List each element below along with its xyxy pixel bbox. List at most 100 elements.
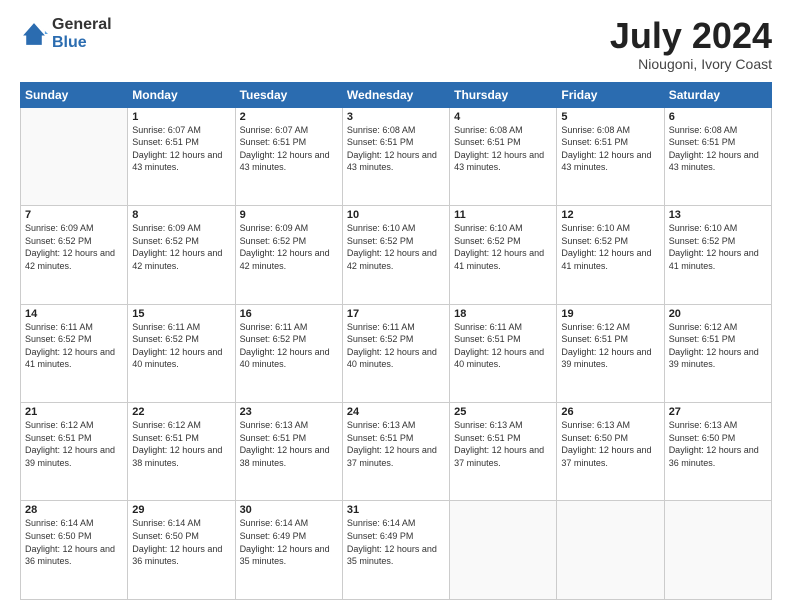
day-number: 7 <box>25 209 123 221</box>
day-header-thursday: Thursday <box>450 82 557 107</box>
day-info: Sunrise: 6:12 AMSunset: 6:51 PMDaylight:… <box>132 419 230 469</box>
calendar-cell: 3Sunrise: 6:08 AMSunset: 6:51 PMDaylight… <box>342 107 449 205</box>
day-info: Sunrise: 6:09 AMSunset: 6:52 PMDaylight:… <box>25 222 123 272</box>
day-number: 5 <box>561 111 659 123</box>
calendar-cell: 17Sunrise: 6:11 AMSunset: 6:52 PMDayligh… <box>342 304 449 402</box>
logo-blue-text: Blue <box>52 34 87 51</box>
day-number: 3 <box>347 111 445 123</box>
calendar-cell: 19Sunrise: 6:12 AMSunset: 6:51 PMDayligh… <box>557 304 664 402</box>
calendar-header-row: SundayMondayTuesdayWednesdayThursdayFrid… <box>21 82 772 107</box>
page: General Blue July 2024 Niougoni, Ivory C… <box>0 0 792 612</box>
calendar-cell: 5Sunrise: 6:08 AMSunset: 6:51 PMDaylight… <box>557 107 664 205</box>
calendar-cell: 6Sunrise: 6:08 AMSunset: 6:51 PMDaylight… <box>664 107 771 205</box>
logo: General Blue <box>20 16 112 51</box>
day-number: 2 <box>240 111 338 123</box>
calendar-week-row: 7Sunrise: 6:09 AMSunset: 6:52 PMDaylight… <box>21 206 772 304</box>
day-info: Sunrise: 6:11 AMSunset: 6:52 PMDaylight:… <box>240 321 338 371</box>
month-title: July 2024 <box>610 16 772 56</box>
day-number: 29 <box>132 504 230 516</box>
calendar-cell: 21Sunrise: 6:12 AMSunset: 6:51 PMDayligh… <box>21 403 128 501</box>
day-info: Sunrise: 6:13 AMSunset: 6:51 PMDaylight:… <box>347 419 445 469</box>
day-info: Sunrise: 6:13 AMSunset: 6:50 PMDaylight:… <box>561 419 659 469</box>
day-info: Sunrise: 6:13 AMSunset: 6:51 PMDaylight:… <box>454 419 552 469</box>
day-header-saturday: Saturday <box>664 82 771 107</box>
calendar-cell: 4Sunrise: 6:08 AMSunset: 6:51 PMDaylight… <box>450 107 557 205</box>
calendar-week-row: 1Sunrise: 6:07 AMSunset: 6:51 PMDaylight… <box>21 107 772 205</box>
day-number: 27 <box>669 406 767 418</box>
calendar-cell: 31Sunrise: 6:14 AMSunset: 6:49 PMDayligh… <box>342 501 449 600</box>
day-number: 31 <box>347 504 445 516</box>
calendar-cell: 16Sunrise: 6:11 AMSunset: 6:52 PMDayligh… <box>235 304 342 402</box>
day-info: Sunrise: 6:11 AMSunset: 6:51 PMDaylight:… <box>454 321 552 371</box>
day-number: 22 <box>132 406 230 418</box>
calendar-cell: 18Sunrise: 6:11 AMSunset: 6:51 PMDayligh… <box>450 304 557 402</box>
calendar-cell: 26Sunrise: 6:13 AMSunset: 6:50 PMDayligh… <box>557 403 664 501</box>
calendar-cell: 9Sunrise: 6:09 AMSunset: 6:52 PMDaylight… <box>235 206 342 304</box>
day-info: Sunrise: 6:08 AMSunset: 6:51 PMDaylight:… <box>347 124 445 174</box>
calendar-table: SundayMondayTuesdayWednesdayThursdayFrid… <box>20 82 772 600</box>
calendar-cell: 7Sunrise: 6:09 AMSunset: 6:52 PMDaylight… <box>21 206 128 304</box>
day-number: 10 <box>347 209 445 221</box>
day-number: 25 <box>454 406 552 418</box>
logo-general-text: General <box>52 16 112 33</box>
day-number: 18 <box>454 308 552 320</box>
calendar-cell: 24Sunrise: 6:13 AMSunset: 6:51 PMDayligh… <box>342 403 449 501</box>
calendar-cell <box>450 501 557 600</box>
calendar-cell: 30Sunrise: 6:14 AMSunset: 6:49 PMDayligh… <box>235 501 342 600</box>
day-info: Sunrise: 6:08 AMSunset: 6:51 PMDaylight:… <box>669 124 767 174</box>
day-number: 17 <box>347 308 445 320</box>
logo-text: General Blue <box>52 16 112 51</box>
day-number: 20 <box>669 308 767 320</box>
calendar-cell: 10Sunrise: 6:10 AMSunset: 6:52 PMDayligh… <box>342 206 449 304</box>
day-info: Sunrise: 6:08 AMSunset: 6:51 PMDaylight:… <box>454 124 552 174</box>
day-info: Sunrise: 6:11 AMSunset: 6:52 PMDaylight:… <box>132 321 230 371</box>
day-number: 15 <box>132 308 230 320</box>
calendar-cell: 27Sunrise: 6:13 AMSunset: 6:50 PMDayligh… <box>664 403 771 501</box>
day-number: 8 <box>132 209 230 221</box>
day-info: Sunrise: 6:09 AMSunset: 6:52 PMDaylight:… <box>132 222 230 272</box>
day-info: Sunrise: 6:14 AMSunset: 6:49 PMDaylight:… <box>240 517 338 567</box>
header: General Blue July 2024 Niougoni, Ivory C… <box>20 16 772 72</box>
day-number: 16 <box>240 308 338 320</box>
calendar-cell <box>557 501 664 600</box>
day-number: 28 <box>25 504 123 516</box>
title-block: July 2024 Niougoni, Ivory Coast <box>610 16 772 72</box>
day-number: 11 <box>454 209 552 221</box>
day-number: 24 <box>347 406 445 418</box>
calendar-cell: 1Sunrise: 6:07 AMSunset: 6:51 PMDaylight… <box>128 107 235 205</box>
day-info: Sunrise: 6:12 AMSunset: 6:51 PMDaylight:… <box>25 419 123 469</box>
calendar-week-row: 28Sunrise: 6:14 AMSunset: 6:50 PMDayligh… <box>21 501 772 600</box>
day-number: 23 <box>240 406 338 418</box>
day-info: Sunrise: 6:07 AMSunset: 6:51 PMDaylight:… <box>132 124 230 174</box>
calendar-cell <box>21 107 128 205</box>
day-info: Sunrise: 6:11 AMSunset: 6:52 PMDaylight:… <box>25 321 123 371</box>
day-number: 21 <box>25 406 123 418</box>
day-number: 19 <box>561 308 659 320</box>
day-number: 12 <box>561 209 659 221</box>
day-info: Sunrise: 6:10 AMSunset: 6:52 PMDaylight:… <box>347 222 445 272</box>
calendar-cell: 25Sunrise: 6:13 AMSunset: 6:51 PMDayligh… <box>450 403 557 501</box>
calendar-cell <box>664 501 771 600</box>
day-number: 13 <box>669 209 767 221</box>
day-number: 1 <box>132 111 230 123</box>
day-info: Sunrise: 6:13 AMSunset: 6:51 PMDaylight:… <box>240 419 338 469</box>
day-info: Sunrise: 6:14 AMSunset: 6:49 PMDaylight:… <box>347 517 445 567</box>
calendar-cell: 29Sunrise: 6:14 AMSunset: 6:50 PMDayligh… <box>128 501 235 600</box>
calendar-cell: 28Sunrise: 6:14 AMSunset: 6:50 PMDayligh… <box>21 501 128 600</box>
day-number: 4 <box>454 111 552 123</box>
day-info: Sunrise: 6:12 AMSunset: 6:51 PMDaylight:… <box>669 321 767 371</box>
calendar-cell: 11Sunrise: 6:10 AMSunset: 6:52 PMDayligh… <box>450 206 557 304</box>
logo-icon <box>20 20 48 48</box>
day-info: Sunrise: 6:10 AMSunset: 6:52 PMDaylight:… <box>669 222 767 272</box>
day-number: 30 <box>240 504 338 516</box>
day-number: 6 <box>669 111 767 123</box>
day-info: Sunrise: 6:07 AMSunset: 6:51 PMDaylight:… <box>240 124 338 174</box>
calendar-cell: 13Sunrise: 6:10 AMSunset: 6:52 PMDayligh… <box>664 206 771 304</box>
day-info: Sunrise: 6:10 AMSunset: 6:52 PMDaylight:… <box>561 222 659 272</box>
calendar-cell: 12Sunrise: 6:10 AMSunset: 6:52 PMDayligh… <box>557 206 664 304</box>
day-number: 26 <box>561 406 659 418</box>
day-info: Sunrise: 6:11 AMSunset: 6:52 PMDaylight:… <box>347 321 445 371</box>
location-subtitle: Niougoni, Ivory Coast <box>610 56 772 72</box>
calendar-cell: 23Sunrise: 6:13 AMSunset: 6:51 PMDayligh… <box>235 403 342 501</box>
calendar-cell: 8Sunrise: 6:09 AMSunset: 6:52 PMDaylight… <box>128 206 235 304</box>
